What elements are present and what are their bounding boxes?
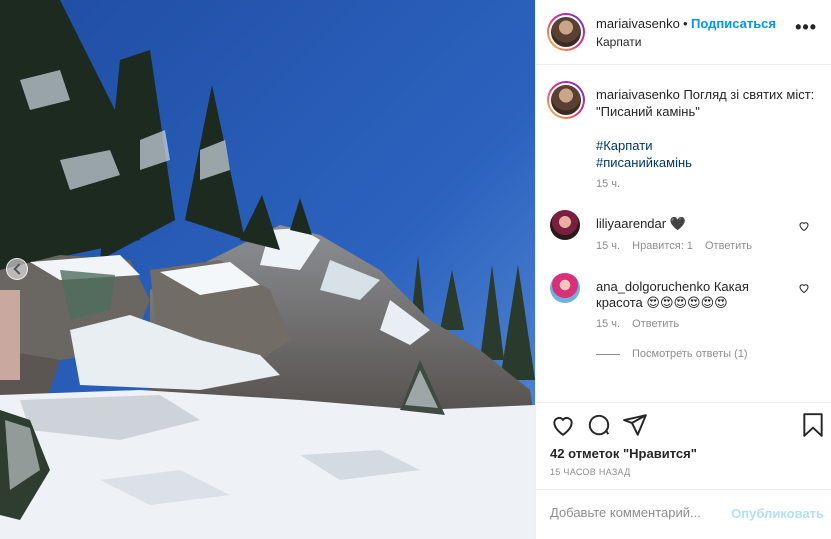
post-sidebar: mariaivasenko • Подписаться Карпати ••• …: [535, 0, 831, 539]
comment-text: 🖤: [669, 216, 686, 231]
carousel-prev-icon: [12, 263, 25, 275]
location-link[interactable]: Карпати: [596, 35, 641, 49]
comment-username[interactable]: liliyaarendar: [596, 216, 666, 231]
more-icon[interactable]: •••: [795, 18, 817, 36]
comment-icon[interactable]: [586, 412, 612, 438]
heart-icon[interactable]: [550, 412, 576, 438]
view-replies-button[interactable]: Посмотреть ответы (1): [596, 348, 748, 360]
separator-dot: •: [683, 16, 688, 31]
avatar[interactable]: [550, 273, 580, 303]
follow-button[interactable]: Подписаться: [691, 16, 776, 31]
comment-heart-icon[interactable]: [798, 220, 810, 232]
author-username[interactable]: mariaivasenko: [596, 16, 680, 31]
comment-heart-icon[interactable]: [798, 282, 810, 294]
post-header: mariaivasenko • Подписаться Карпати •••: [536, 0, 831, 65]
comment-time: 15 ч.: [596, 240, 621, 252]
post-timestamp: 15 ЧАСОВ НАЗАД: [550, 467, 631, 477]
view-replies-label: Посмотреть ответы (1): [632, 348, 748, 360]
add-comment-bar: Опубликовать: [536, 489, 831, 539]
comment-input[interactable]: [550, 505, 740, 520]
carousel-prev-button[interactable]: [6, 258, 28, 280]
caption-avatar[interactable]: [547, 81, 585, 119]
avatar[interactable]: [550, 210, 580, 240]
likes-count[interactable]: 42 отметок "Нравится": [550, 446, 697, 461]
comment-time: 15 ч.: [596, 318, 621, 330]
reply-button[interactable]: Ответить: [632, 318, 679, 330]
hashtag-link[interactable]: #писанийкамінь: [596, 154, 821, 171]
avatar[interactable]: [547, 13, 585, 51]
comment-meta: 15 ч. Нравится: 1 Ответить: [596, 240, 761, 252]
comment-username[interactable]: ana_dolgoruchenko: [596, 279, 710, 294]
comment-like-count[interactable]: Нравится: 1: [632, 240, 693, 252]
comment-body: liliyaarendar 🖤: [596, 216, 786, 232]
hashtag-link[interactable]: #Карпати: [596, 137, 821, 154]
caption: mariaivasenko Погляд зі святих міст: "Пи…: [596, 86, 821, 171]
caption-time: 15 ч.: [596, 178, 621, 190]
publish-button[interactable]: Опубликовать: [731, 506, 824, 521]
comments-section[interactable]: mariaivasenko Погляд зі святих міст: "Пи…: [536, 65, 831, 403]
replies-divider: [596, 353, 620, 355]
share-icon[interactable]: [622, 412, 648, 438]
caption-username[interactable]: mariaivasenko: [596, 87, 680, 102]
reply-button[interactable]: Ответить: [705, 240, 752, 252]
snowy-mountain-photo: [0, 0, 535, 539]
post-photo[interactable]: [0, 0, 535, 539]
comment-meta: 15 ч. Ответить: [596, 318, 688, 330]
post-actions: [536, 412, 831, 442]
bookmark-icon[interactable]: [800, 412, 826, 438]
comment-body: ana_dolgoruchenko Какая красота 😍😍😍😍😍😍: [596, 279, 786, 311]
